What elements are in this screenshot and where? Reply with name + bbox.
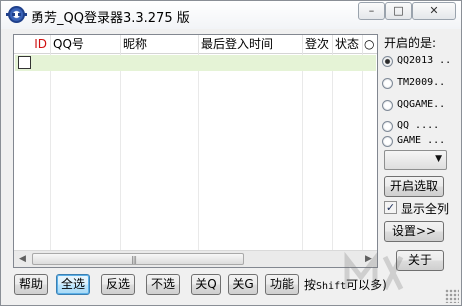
radio-unselected-icon (382, 100, 393, 111)
radio-unselected-icon (382, 121, 393, 132)
column-divider (302, 54, 303, 251)
hint-prefix: 按 (304, 278, 317, 292)
help-button[interactable]: 帮助 (14, 274, 48, 295)
settings-button[interactable]: 设置>> (384, 221, 444, 242)
column-qq-header[interactable]: QQ号 (51, 35, 121, 54)
radio-selected-icon (382, 56, 393, 67)
radio-unselected-icon (382, 78, 393, 89)
column-nickname-header[interactable]: 昵称 (121, 35, 199, 54)
maximize-button[interactable]: □ (385, 2, 412, 20)
main-window: 勇芳_QQ登录器3.3.275 版 – □ ✕ ID QQ号 昵称 最后登入时间… (0, 0, 462, 306)
close-game-button[interactable]: 关G (228, 274, 258, 295)
column-divider (50, 54, 51, 251)
select-all-button[interactable]: 全选 (56, 274, 90, 295)
column-divider (120, 54, 121, 251)
column-status-header[interactable]: 状态 (333, 35, 363, 54)
window-title: 勇芳_QQ登录器3.3.275 版 (31, 11, 190, 26)
column-divider (362, 54, 363, 251)
column-login-count-header[interactable]: 登次 (303, 35, 333, 54)
select-none-button[interactable]: 不选 (146, 274, 180, 295)
column-id-header[interactable]: ID (14, 35, 51, 54)
radio-label: QQ .... (397, 120, 440, 131)
checkbox-checked-icon: ✓ (384, 201, 397, 214)
row-checkbox[interactable] (18, 56, 31, 69)
invert-selection-button[interactable]: 反选 (101, 274, 135, 295)
close-window-button[interactable]: ✕ (412, 2, 456, 20)
radio-label: QQGAME.. (397, 99, 446, 110)
column-divider (198, 54, 199, 251)
column-divider (332, 54, 333, 251)
radio-unselected-icon (382, 136, 393, 147)
horizontal-scrollbar[interactable]: ◀ ||| ▶ (14, 250, 377, 267)
watermark-logo (344, 251, 404, 291)
open-target-label: 开启的是: (384, 36, 437, 50)
radio-label: GAME ... (397, 135, 446, 146)
title-bar[interactable]: 勇芳_QQ登录器3.3.275 版 – □ ✕ (1, 1, 461, 29)
show-all-label: 显示全列 (401, 202, 450, 216)
scroll-left-icon[interactable]: ◀ (14, 251, 31, 267)
column-extra-header[interactable]: ○ (363, 35, 377, 54)
functions-button[interactable]: 功能 (265, 274, 299, 295)
open-pick-button[interactable]: 开启选取 (384, 176, 444, 197)
radio-label: TM2009.. (397, 77, 446, 88)
target-dropdown[interactable]: ▼ (384, 150, 447, 170)
scrollbar-grip-icon: ||| (131, 255, 137, 264)
account-list[interactable]: ID QQ号 昵称 最后登入时间 登次 状态 ○ ◀ ||| ▶ (13, 34, 378, 268)
scrollbar-thumb[interactable]: ||| (32, 253, 244, 265)
list-row[interactable] (15, 55, 376, 71)
chevron-down-icon[interactable]: ▼ (435, 154, 442, 164)
app-icon (6, 6, 27, 23)
column-last-login-header[interactable]: 最后登入时间 (199, 35, 303, 54)
resize-grip-icon[interactable] (445, 289, 459, 303)
radio-label: QQ2013 .. (397, 55, 452, 66)
list-header: ID QQ号 昵称 最后登入时间 登次 状态 ○ (14, 35, 377, 54)
minimize-button[interactable]: – (358, 2, 385, 20)
close-qq-button[interactable]: 关Q (191, 274, 221, 295)
